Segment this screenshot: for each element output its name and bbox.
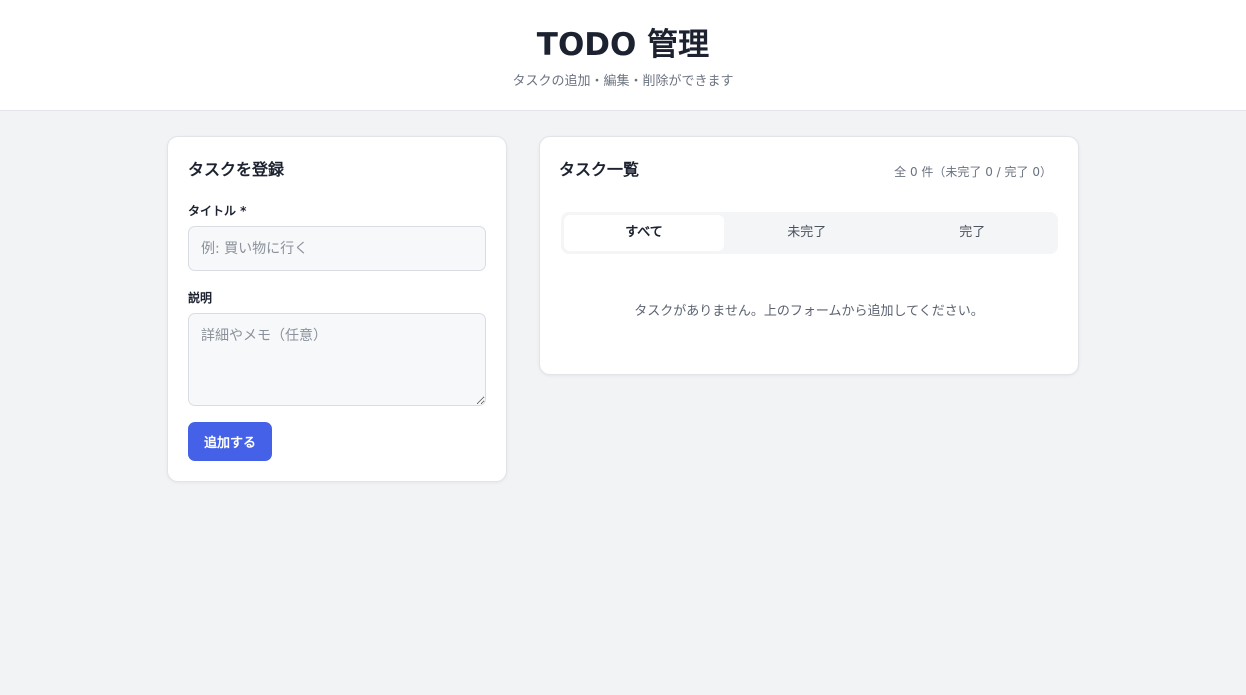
page-title: TODO 管理 (536, 27, 710, 63)
empty-message: タスクがありません。上のフォームから追加してください。 (634, 304, 984, 319)
form-heading: タスクを登録 (188, 160, 285, 179)
title-label: タイトル * (188, 204, 247, 218)
task-form-card: タスクを登録 タイトル * 説明 追加する (167, 136, 507, 482)
tab-all[interactable]: すべて (564, 215, 724, 251)
title-input[interactable] (188, 226, 486, 271)
page-subtitle: タスクの追加・編集・削除ができます (512, 74, 734, 89)
description-label: 説明 (188, 291, 213, 305)
main-content: タスクを登録 タイトル * 説明 追加する タスク一覧 全 0 件（未完了 0 … (0, 111, 1246, 695)
task-count: 全 0 件（未完了 0 / 完了 0） (894, 165, 1052, 179)
tab-complete[interactable]: 完了 (890, 215, 1056, 251)
list-heading: タスク一覧 (559, 160, 640, 179)
tab-incomplete[interactable]: 未完了 (724, 215, 890, 251)
task-list-card: タスク一覧 全 0 件（未完了 0 / 完了 0） すべて 未完了 完了 タスク… (539, 136, 1079, 375)
description-textarea[interactable] (188, 313, 486, 406)
filter-tabs: すべて 未完了 完了 (561, 212, 1058, 254)
add-task-button[interactable]: 追加する (188, 422, 272, 461)
page-header: TODO 管理 タスクの追加・編集・削除ができます (0, 0, 1246, 111)
